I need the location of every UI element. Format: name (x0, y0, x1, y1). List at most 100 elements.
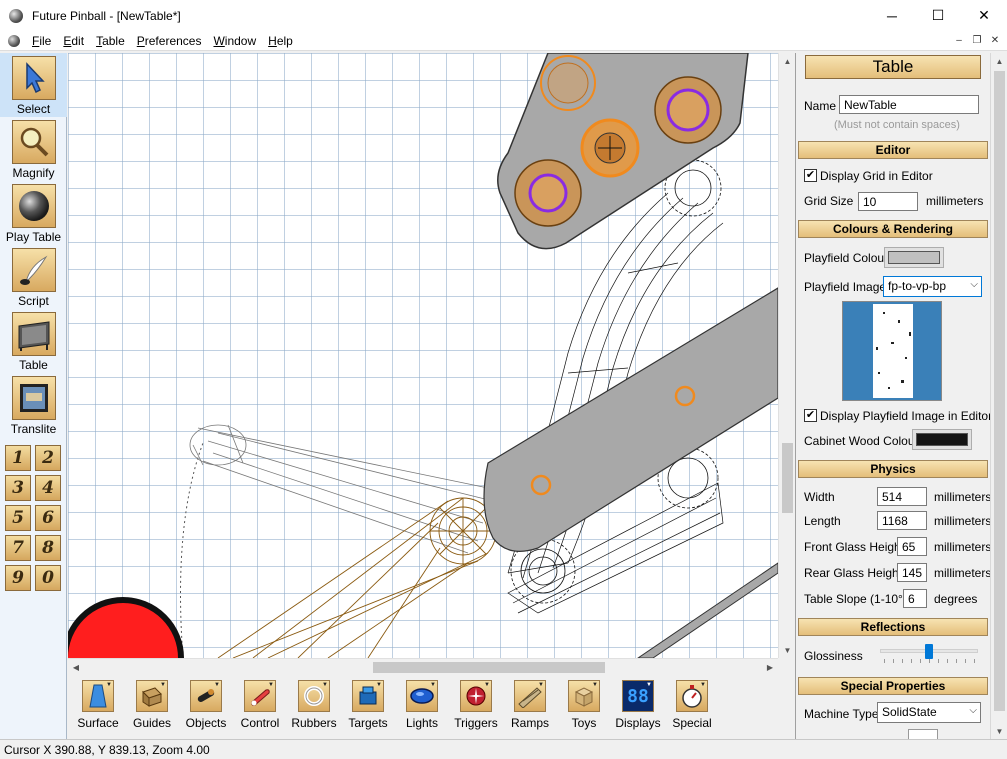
displays-digits: 88 (627, 685, 649, 707)
display-image-checkbox[interactable]: ✔ (804, 409, 817, 422)
tool-select-label: Select (16, 102, 51, 116)
layer-button-7[interactable]: 7 (5, 535, 31, 561)
layer-button-5[interactable]: 5 (5, 505, 31, 531)
document-icon[interactable] (8, 34, 20, 47)
tool-translite[interactable]: Translite (0, 373, 67, 437)
tool-triggers[interactable]: ▼ Triggers (449, 675, 503, 737)
tool-objects[interactable]: ▼ Objects (179, 675, 233, 737)
scroll-left-arrow-icon[interactable]: ◀ (68, 659, 84, 676)
layer-button-6[interactable]: 6 (35, 505, 61, 531)
tool-guides[interactable]: ▼ Guides (125, 675, 179, 737)
glossiness-slider-thumb[interactable] (925, 644, 933, 659)
name-input[interactable] (839, 95, 979, 114)
section-special-properties[interactable]: Special Properties (798, 677, 988, 695)
section-colours-rendering[interactable]: Colours & Rendering (798, 220, 988, 238)
window-controls: ─ ☐ ✕ (869, 0, 1007, 31)
layer-button-8[interactable]: 8 (35, 535, 61, 561)
layer-button-4[interactable]: 4 (35, 475, 61, 501)
tool-special-label: Special (672, 716, 712, 730)
editor-canvas[interactable] (68, 53, 778, 658)
menu-window[interactable]: Window (207, 34, 262, 48)
tool-toys[interactable]: ▼ Toys (557, 675, 611, 737)
mdi-minimize-button[interactable]: – (951, 33, 967, 48)
triggers-icon: ▼ (460, 680, 492, 712)
wire-flipper-brown[interactable] (217, 497, 497, 658)
props-scroll-up-arrow-icon[interactable]: ▲ (991, 53, 1007, 69)
maximize-button[interactable]: ☐ (915, 0, 961, 31)
layer-button-0[interactable]: 0 (35, 565, 61, 591)
layer-button-3[interactable]: 3 (5, 475, 31, 501)
playfield-image-select[interactable]: fp-to-vp-bp ⌵ (883, 276, 982, 297)
guide-wall[interactable] (483, 287, 778, 552)
layer-button-1[interactable]: 1 (5, 445, 31, 471)
tool-script[interactable]: Script (0, 245, 67, 309)
quill-pen-icon (11, 248, 56, 292)
canvas-horizontal-scrollbar[interactable]: ◀ ▶ (68, 658, 778, 675)
table-slope-input[interactable] (903, 589, 927, 608)
window-title: Future Pinball - [NewTable*] (32, 8, 181, 23)
tool-ramps[interactable]: ▼ Ramps (503, 675, 557, 737)
front-glass-input[interactable] (897, 537, 927, 556)
props-scroll-down-arrow-icon[interactable]: ▼ (991, 723, 1007, 739)
canvas-vertical-scrollbar[interactable]: ▲ ▼ (778, 53, 795, 658)
cabinet-wood-button[interactable] (912, 429, 972, 450)
title-bar: Future Pinball - [NewTable*] ─ ☐ ✕ (0, 0, 1007, 31)
rear-glass-input[interactable] (897, 563, 927, 582)
translite-icon (11, 376, 56, 420)
tool-play-table[interactable]: Play Table (0, 181, 67, 245)
grid-size-input[interactable] (858, 192, 918, 211)
bumper-center[interactable] (580, 118, 640, 178)
machine-type-select[interactable]: SolidState ⌵ (877, 702, 981, 723)
mdi-restore-button[interactable]: ❐ (969, 33, 985, 48)
bumper-right[interactable] (654, 76, 722, 144)
section-reflections[interactable]: Reflections (798, 618, 988, 636)
glossiness-tick (947, 659, 948, 663)
scroll-up-arrow-icon[interactable]: ▲ (779, 53, 796, 69)
scroll-right-arrow-icon[interactable]: ▶ (762, 659, 778, 676)
menu-table[interactable]: Table (90, 34, 131, 48)
layer-button-2[interactable]: 2 (35, 445, 61, 471)
menu-preferences[interactable]: Preferences (131, 34, 208, 48)
props-scroll-thumb[interactable] (994, 71, 1005, 711)
section-physics[interactable]: Physics (798, 460, 988, 478)
lights-icon: ▼ (406, 680, 438, 712)
menu-help[interactable]: Help (262, 34, 299, 48)
wire-flipper-left[interactable] (189, 424, 494, 554)
lower-rail[interactable] (637, 562, 778, 658)
guide-arc[interactable] (180, 442, 204, 658)
tool-targets[interactable]: ▼ Targets (341, 675, 395, 737)
minimize-button[interactable]: ─ (869, 0, 915, 31)
canvas-hscroll-thumb[interactable] (373, 662, 605, 673)
mdi-controls: – ❐ ✕ (951, 33, 1003, 48)
tool-surface[interactable]: ▼ Surface (71, 675, 125, 737)
close-button[interactable]: ✕ (961, 0, 1007, 31)
tool-special[interactable]: ▼ Special (665, 675, 719, 737)
properties-scrollbar[interactable]: ▲ ▼ (990, 53, 1007, 739)
tool-displays[interactable]: ▼ 88 Displays (611, 675, 665, 737)
red-ball-object[interactable] (68, 597, 184, 658)
tool-rubbers[interactable]: ▼ Rubbers (287, 675, 341, 737)
menu-edit[interactable]: Edit (57, 34, 90, 48)
section-editor[interactable]: Editor (798, 141, 988, 159)
tool-lights-label: Lights (405, 716, 439, 730)
tool-select[interactable]: Select (0, 53, 67, 117)
playfield-image-preview (842, 301, 942, 401)
menu-file[interactable]: File (26, 34, 57, 48)
tool-table[interactable]: Table (0, 309, 67, 373)
bumper-top[interactable] (540, 55, 596, 111)
mdi-close-button[interactable]: ✕ (987, 33, 1003, 48)
canvas-vscroll-thumb[interactable] (782, 443, 793, 513)
display-grid-checkbox[interactable]: ✔ (804, 169, 817, 182)
bumper-left[interactable] (514, 159, 582, 227)
tool-script-label: Script (18, 294, 49, 308)
layer-button-9[interactable]: 9 (5, 565, 31, 591)
tool-control[interactable]: ▼ Control (233, 675, 287, 737)
width-input[interactable] (877, 487, 927, 506)
playfield-colour-button[interactable] (884, 247, 944, 268)
scroll-down-arrow-icon[interactable]: ▼ (779, 642, 796, 658)
tool-lights[interactable]: ▼ Lights (395, 675, 449, 737)
next-field-partial[interactable] (908, 729, 938, 739)
tool-magnify[interactable]: Magnify (0, 117, 67, 181)
length-input[interactable] (877, 511, 927, 530)
chevron-down-icon: ⌵ (969, 705, 977, 716)
